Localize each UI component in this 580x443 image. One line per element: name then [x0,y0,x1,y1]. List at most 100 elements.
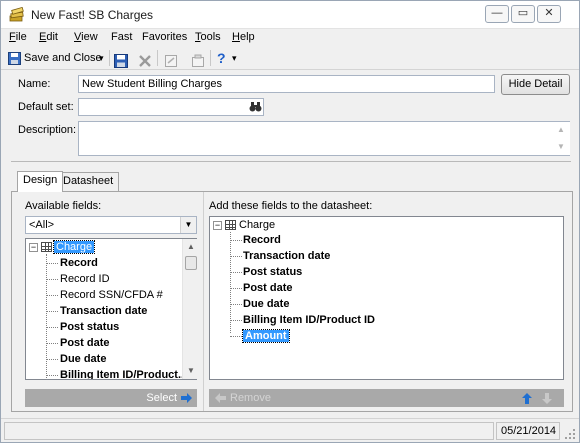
menu-fast-label: Fast [111,31,133,43]
table-icon [41,242,52,252]
resize-grip-icon[interactable] [564,428,576,440]
list-item[interactable]: Billing Item ID/Product ID [243,312,375,328]
description-scrollbar[interactable]: ▲ ▼ [553,122,570,155]
status-date: 05/21/2014 [496,422,560,440]
binoculars-icon[interactable] [249,100,262,113]
select-button[interactable]: Select [146,389,177,407]
list-item[interactable]: Record [243,232,281,248]
remove-bar: Remove [209,389,564,407]
status-bar: 05/21/2014 [1,418,579,442]
tree-connector [46,254,47,379]
tab-design-label: Design [23,174,58,186]
available-fields-label: Available fields: [25,200,102,212]
list-item[interactable]: Post status [60,319,119,335]
list-item-label: Amount [242,329,290,343]
list-item[interactable]: Due date [60,351,106,367]
menu-tools[interactable]: Tools [195,31,221,43]
default-set-field[interactable] [78,98,264,116]
menu-help-accel: H [232,31,240,43]
properties-icon[interactable] [191,52,205,70]
description-field[interactable] [78,121,570,156]
default-set-label: Default set: [18,101,74,113]
save-and-close-button[interactable]: Save and Close ▾ [7,49,107,67]
tab-design[interactable]: Design [17,171,64,192]
collapse-icon[interactable]: − [213,221,222,230]
save-icon[interactable] [114,52,128,70]
app-window: New Fast! SB Charges — ▭ ✕ File Edit Vie… [0,0,580,443]
list-item-label: Due date [243,298,290,310]
minimize-icon: — [491,7,503,19]
tree-connector [230,304,242,305]
scroll-up-icon[interactable]: ▲ [183,239,199,255]
arrow-left-icon[interactable] [215,393,226,403]
toolbar: Save and Close ▾ ? ▾ [1,46,579,70]
export-icon[interactable] [164,52,178,70]
tree-connector [230,232,231,333]
tree-root-label: Charge [52,240,96,254]
list-item[interactable]: Due date [243,296,289,312]
menu-edit[interactable]: Edit [39,31,58,43]
help-icon[interactable]: ? [217,49,226,67]
column-divider [203,192,204,411]
collapse-icon[interactable]: − [29,243,38,252]
available-fields-scrollbar[interactable]: ▲ ▼ [182,239,199,379]
arrow-right-icon[interactable] [181,393,192,403]
move-up-icon[interactable] [522,393,532,404]
tree-connector [230,336,242,337]
menu-view[interactable]: View [74,31,98,43]
list-item[interactable]: Post date [60,335,110,351]
remove-button[interactable]: Remove [230,389,271,407]
list-item[interactable]: Post status [243,264,302,280]
menu-bar: File Edit View Fast Favorites Tools Help [1,29,579,46]
delete-icon[interactable] [138,52,152,70]
name-field[interactable]: New Student Billing Charges [78,75,495,93]
list-item[interactable]: Transaction date [243,248,330,264]
tree-connector [46,263,58,264]
hide-detail-button[interactable]: Hide Detail [501,74,570,95]
close-button[interactable]: ✕ [537,5,561,23]
datasheet-root-charge[interactable]: Charge [239,217,275,233]
scroll-down-icon[interactable]: ▼ [183,363,199,379]
scroll-down-icon[interactable]: ▼ [553,139,569,155]
tree-root-charge[interactable]: Charge [52,239,96,255]
list-item-label: Record [243,234,281,246]
window-title: New Fast! SB Charges [31,8,154,22]
list-item[interactable]: Billing Item ID/Product... [60,367,187,379]
pane-splitter[interactable] [11,161,571,162]
description-label: Description: [18,124,77,136]
menu-view-label: iew [81,31,98,43]
menu-fast[interactable]: Fast [111,31,132,43]
tree-connector [46,311,58,312]
menu-edit-label: dit [46,31,58,43]
field-filter-select[interactable]: <All> [25,216,197,234]
menu-help[interactable]: Help [232,31,255,43]
datasheet-fields-tree[interactable]: − Charge Record Transaction date Post stat… [209,216,564,380]
list-item[interactable]: Amount [242,328,290,344]
move-down-icon[interactable] [542,393,552,404]
scroll-up-icon[interactable]: ▲ [553,122,569,138]
list-item[interactable]: Post date [243,280,293,296]
title-bar: New Fast! SB Charges — ▭ ✕ [1,1,579,29]
scroll-thumb[interactable] [185,256,197,270]
list-item[interactable]: Record [60,255,98,271]
help-dropdown-icon[interactable]: ▾ [232,49,237,67]
save-icon [8,52,21,65]
restore-button[interactable]: ▭ [511,5,535,23]
list-item[interactable]: Record SSN/CFDA # [60,287,163,303]
menu-favorites[interactable]: Favorites [142,31,187,43]
tree-connector [230,288,242,289]
list-item[interactable]: Transaction date [60,303,147,319]
list-item[interactable]: Record ID [60,271,110,287]
chevron-down-icon[interactable]: ▼ [180,217,196,233]
tab-datasheet[interactable]: Datasheet [57,172,120,191]
restore-icon: ▭ [517,7,529,19]
list-item-label: Post status [243,266,303,278]
tree-connector [46,327,58,328]
menu-file[interactable]: File [9,31,27,43]
toolbar-separator [157,50,158,66]
list-item-label: Billing Item ID/Product ID [243,314,376,326]
available-fields-tree[interactable]: − Charge Record Record ID Record SSN/CFDA … [25,238,197,380]
design-tab-panel: Available fields: <All> ▼ − Charge Recor… [11,191,573,412]
menu-favorites-label: Favorites [142,31,188,43]
minimize-button[interactable]: — [485,5,509,23]
